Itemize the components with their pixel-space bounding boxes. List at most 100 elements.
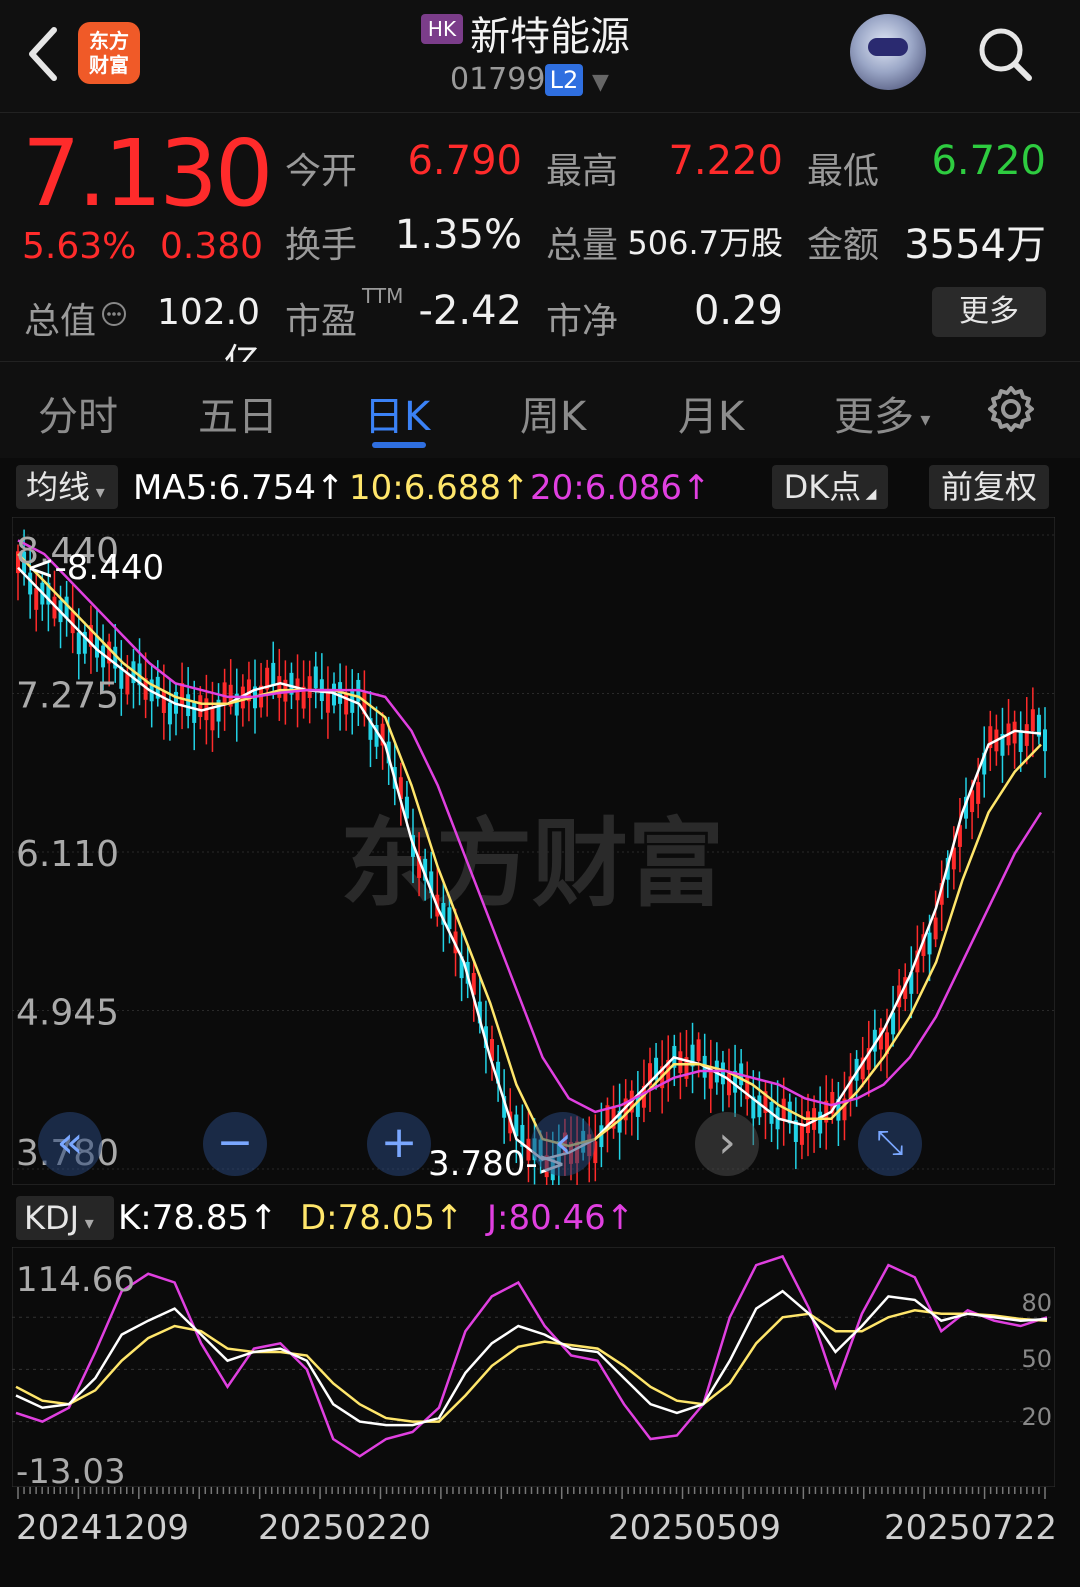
candle-body (933, 917, 938, 940)
kdj-grid (12, 1316, 1055, 1423)
tab-intraday[interactable]: 分时 (38, 384, 118, 442)
up-arrow-icon: ↑ (249, 1198, 278, 1238)
ma-selector[interactable]: 均线 ▾ (16, 465, 118, 509)
candle-body (727, 1073, 731, 1096)
kdj-frame (12, 1247, 1055, 1487)
dk-point-label: DK点 (783, 468, 862, 506)
kdj-k-readout: K:78.85↑ (118, 1198, 278, 1238)
gear-icon[interactable] (986, 384, 1036, 434)
y-tick-label: 6.110 (16, 834, 119, 875)
pb-label: 市净 (546, 301, 619, 342)
minus-icon: − (216, 1117, 254, 1168)
caret-down-icon: ▾ (90, 482, 105, 503)
level2-badge[interactable]: L2 (545, 64, 583, 96)
change-percent: 5.63% (22, 226, 137, 267)
volume-value: 506.7万股 (627, 224, 783, 262)
tab-five-day[interactable]: 五日 (198, 384, 278, 442)
stock-name: 新特能源 (470, 14, 630, 60)
dk-point-button[interactable]: DK点 ◢ (772, 465, 888, 509)
up-arrow-icon: ↑ (501, 468, 530, 508)
candle-body (186, 694, 191, 717)
search-icon[interactable] (975, 24, 1035, 84)
ma5-value: MA5:6.754 (133, 468, 317, 508)
candle-body (34, 588, 39, 610)
rewind-button[interactable]: « (38, 1112, 102, 1176)
app-logo[interactable]: 东方 财富 (78, 22, 140, 84)
kdj-chart[interactable]: 114.66 -13.03 80 50 20 (12, 1247, 1055, 1487)
candle-body (344, 692, 349, 715)
turnover-value: 1.35% (394, 212, 522, 258)
candle-body (161, 691, 166, 714)
tab-daily-k[interactable]: 日K (364, 384, 430, 442)
more-button[interactable]: 更多 (932, 287, 1046, 337)
active-tab-indicator (372, 442, 426, 448)
kdj-d-readout: D:78.05↑ (300, 1198, 463, 1238)
caret-down-icon: ▾ (914, 407, 931, 431)
market-cap-label: 总值 (24, 301, 97, 342)
kdj-d-value: D:78.05 (300, 1198, 435, 1238)
up-arrow-icon: ↑ (434, 1198, 464, 1238)
date-label: 20241209 (16, 1508, 190, 1548)
kdj-ref-80: 80 (1021, 1289, 1052, 1317)
ma-selector-label: 均线 (26, 468, 91, 506)
double-chevron-left-icon: « (56, 1117, 84, 1168)
time-axis (17, 1487, 1046, 1499)
date-label: 20250722 (884, 1508, 1058, 1548)
ma5-readout: MA5:6.754↑ (133, 468, 345, 508)
candle-body (222, 682, 227, 705)
candle-body (167, 702, 172, 725)
caret-down-icon[interactable]: ▼ (592, 70, 609, 95)
amount-value: 3554万 (904, 222, 1046, 268)
up-arrow-icon: ↑ (682, 468, 711, 508)
candle-body (976, 782, 981, 804)
y-tick-label: 4.945 (16, 993, 119, 1034)
indicator-selector[interactable]: KDJ ▾ (16, 1196, 114, 1240)
candle-body (818, 1111, 823, 1134)
candle-body (198, 695, 203, 717)
high-marker: <-8.440 (26, 548, 164, 588)
turnover-label: 换手 (285, 225, 358, 266)
back-chevron-icon[interactable] (24, 24, 64, 84)
next-button[interactable]: › (695, 1112, 759, 1176)
high-label: 最高 (546, 151, 619, 192)
tab-more-label: 更多 (834, 394, 914, 440)
plus-icon: + (380, 1117, 418, 1168)
expand-icon: ⤡ (876, 1123, 904, 1163)
zoom-in-button[interactable]: + (367, 1112, 431, 1176)
logo-text-bottom: 财富 (89, 53, 129, 77)
fullscreen-button[interactable]: ⤡ (858, 1112, 922, 1176)
caret-down-icon: ▾ (79, 1213, 94, 1234)
tab-more[interactable]: 更多 ▾ (834, 384, 930, 442)
tab-monthly-k[interactable]: 月K (678, 384, 744, 442)
chevron-left-icon: ‹ (554, 1117, 572, 1168)
pe-value: -2.42 (418, 288, 523, 334)
assistant-visor (868, 38, 908, 56)
open-label: 今开 (285, 151, 358, 192)
info-icon[interactable] (100, 300, 128, 328)
candle-body (447, 907, 452, 930)
adjust-mode-button[interactable]: 前复权 (929, 465, 1049, 509)
zoom-out-button[interactable]: − (203, 1112, 267, 1176)
candlestick-chart[interactable]: 东方财富 8.4407.2756.1104.9453.780 <-8.440 3… (12, 517, 1055, 1185)
candle-body (192, 701, 197, 723)
tab-weekly-k[interactable]: 周K (520, 384, 586, 442)
date-label: 20250220 (258, 1508, 432, 1548)
previous-button[interactable]: ‹ (531, 1112, 595, 1176)
candle-body (720, 1062, 725, 1085)
date-label: 20250509 (608, 1508, 782, 1548)
chevron-right-icon: › (718, 1117, 736, 1168)
kdj-y-top: 114.66 (16, 1260, 135, 1300)
up-arrow-icon: ↑ (316, 468, 345, 508)
market-badge: HK (421, 14, 463, 44)
candle-body (1043, 729, 1047, 752)
candle-body (678, 1051, 683, 1074)
corner-triangle-icon: ◢ (861, 486, 877, 502)
kdj-y-bottom: -13.03 (16, 1452, 126, 1487)
low-label: 最低 (807, 151, 880, 192)
high-value: 7.220 (668, 138, 783, 184)
kdj-j-readout: J:80.46↑ (487, 1198, 634, 1238)
kdj-k-value: K:78.85 (118, 1198, 250, 1238)
candle-body (1018, 730, 1023, 753)
stock-code[interactable]: 01799 (450, 62, 545, 97)
watermark: 东方财富 (340, 808, 724, 920)
